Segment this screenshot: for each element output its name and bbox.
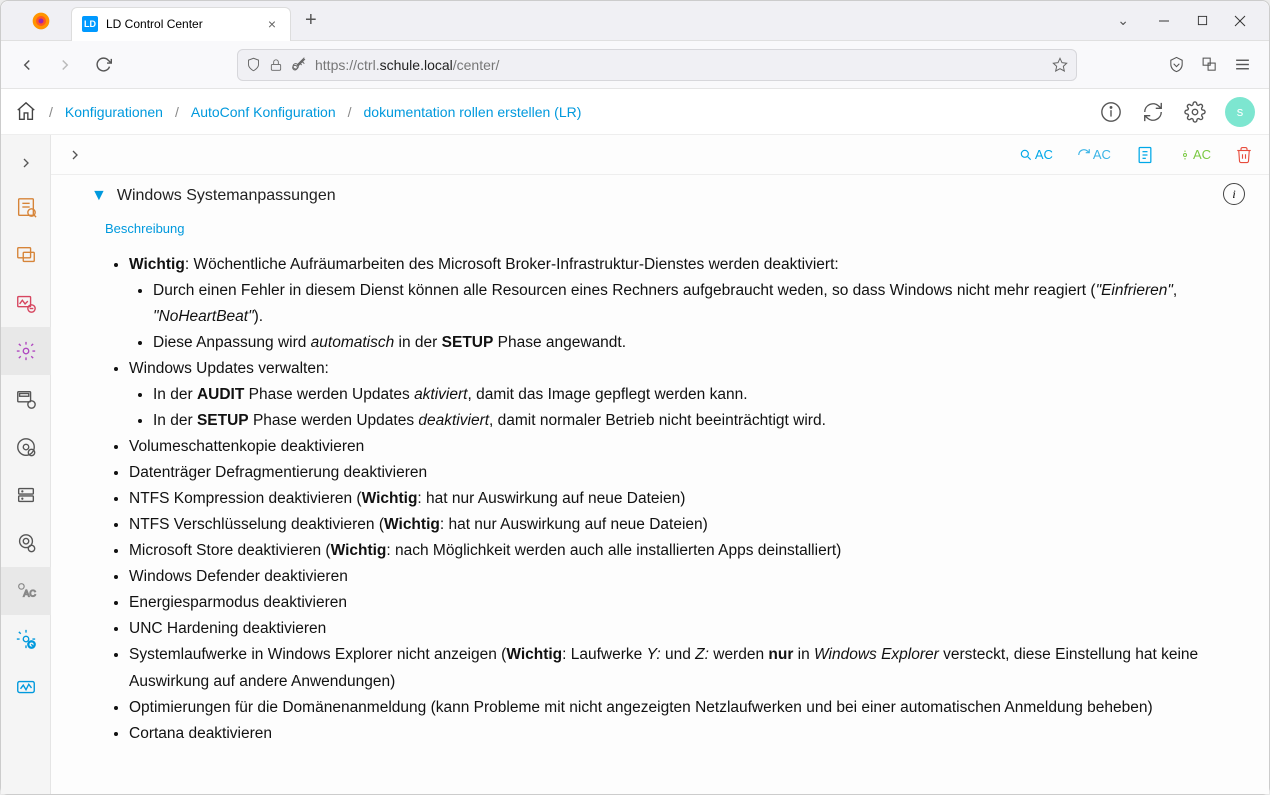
- list-item: In der SETUP Phase werden Updates deakti…: [153, 408, 1245, 434]
- tab-dropdown-icon[interactable]: ⌄: [1105, 6, 1141, 35]
- sidebar-item-9[interactable]: [1, 615, 51, 663]
- description-label: Beschreibung: [105, 221, 1245, 236]
- toolbar-ac-badge-1[interactable]: AC: [1019, 147, 1053, 162]
- crumb-sep: /: [344, 104, 356, 120]
- content-toolbar: AC AC AC: [51, 135, 1269, 175]
- content-back-icon[interactable]: [67, 147, 83, 163]
- browser-tab[interactable]: LD LD Control Center ×: [71, 7, 291, 41]
- list-item: NTFS Verschlüsselung deaktivieren (Wicht…: [129, 512, 1245, 538]
- window-maximize-button[interactable]: [1187, 6, 1217, 36]
- sidebar-item-3[interactable]: [1, 279, 51, 327]
- sidebar-expand-icon[interactable]: [18, 143, 34, 183]
- menu-icon[interactable]: [1234, 56, 1251, 73]
- breadcrumb-bar: / Konfigurationen / AutoConf Konfigurati…: [1, 89, 1269, 135]
- list-item: Windows Defender deaktivieren: [129, 564, 1245, 590]
- list-item: Systemlaufwerke in Windows Explorer nich…: [129, 642, 1245, 694]
- sidebar-item-10[interactable]: [1, 663, 51, 711]
- containers-icon[interactable]: [1201, 56, 1218, 73]
- list-item: Durch einen Fehler in diesem Dienst könn…: [153, 278, 1245, 330]
- list-item: NTFS Kompression deaktivieren (Wichtig: …: [129, 486, 1245, 512]
- shield-icon: [246, 57, 261, 72]
- titlebar: LD LD Control Center × + ⌄: [1, 1, 1269, 41]
- nav-forward-button: [51, 51, 79, 79]
- tab-title: LD Control Center: [106, 17, 264, 31]
- pocket-icon[interactable]: [1168, 56, 1185, 73]
- list-item: Cortana deaktivieren: [129, 721, 1245, 747]
- tab-favicon: LD: [82, 16, 98, 32]
- settings-icon[interactable]: [1183, 100, 1207, 124]
- key-icon: [291, 57, 307, 73]
- new-tab-button[interactable]: +: [291, 9, 331, 32]
- section-collapse-icon[interactable]: ▼: [91, 187, 107, 205]
- list-item: UNC Hardening deaktivieren: [129, 616, 1245, 642]
- url-text: https://ctrl.schule.local/center/: [315, 57, 1044, 73]
- window-close-button[interactable]: [1225, 6, 1255, 36]
- toolbar-document-icon[interactable]: [1135, 145, 1155, 165]
- sidebar-item-ac[interactable]: AC: [1, 567, 51, 615]
- urlbar[interactable]: https://ctrl.schule.local/center/: [237, 49, 1077, 81]
- section-info-icon[interactable]: i: [1223, 183, 1245, 205]
- list-item: Diese Anpassung wird automatisch in der …: [153, 330, 1245, 356]
- crumb-autoconf[interactable]: AutoConf Konfiguration: [191, 104, 336, 120]
- lock-icon: [269, 58, 283, 72]
- sidebar-item-1[interactable]: [1, 183, 51, 231]
- window-minimize-button[interactable]: [1149, 6, 1179, 36]
- list-item: Energiesparmodus deaktivieren: [129, 590, 1245, 616]
- nav-back-button[interactable]: [13, 51, 41, 79]
- list-item: Datenträger Defragmentierung deaktiviere…: [129, 460, 1245, 486]
- crumb-sep: /: [45, 104, 57, 120]
- sidebar-item-2[interactable]: [1, 231, 51, 279]
- tab-close-icon[interactable]: ×: [264, 16, 280, 32]
- sidebar-item-5[interactable]: [1, 375, 51, 423]
- crumb-konfigurationen[interactable]: Konfigurationen: [65, 104, 163, 120]
- list-item: Volumeschattenkopie deaktivieren: [129, 434, 1245, 460]
- crumb-dokumentation[interactable]: dokumentation rollen erstellen (LR): [364, 104, 582, 120]
- star-icon[interactable]: [1052, 57, 1068, 73]
- section-title: Windows Systemanpassungen: [117, 187, 336, 205]
- avatar[interactable]: s: [1225, 97, 1255, 127]
- sidebar: AC: [1, 135, 51, 794]
- list-item: Windows Updates verwalten: In der AUDIT …: [129, 356, 1245, 434]
- sidebar-item-4[interactable]: [1, 327, 51, 375]
- home-icon[interactable]: [15, 101, 37, 123]
- sidebar-item-6[interactable]: [1, 423, 51, 471]
- toolbar-ac-badge-2[interactable]: AC: [1077, 147, 1111, 162]
- list-item: Wichtig: Wöchentliche Aufräumarbeiten de…: [129, 252, 1245, 356]
- sidebar-item-7[interactable]: [1, 471, 51, 519]
- firefox-icon: [25, 5, 57, 37]
- crumb-sep: /: [171, 104, 183, 120]
- list-item: Microsoft Store deaktivieren (Wichtig: n…: [129, 538, 1245, 564]
- content-area: i ▼ Windows Systemanpassungen Beschreibu…: [51, 175, 1269, 794]
- description-list: Wichtig: Wöchentliche Aufräumarbeiten de…: [105, 252, 1245, 747]
- info-icon[interactable]: [1099, 100, 1123, 124]
- nav-reload-button[interactable]: [89, 51, 117, 79]
- list-item: In der AUDIT Phase werden Updates aktivi…: [153, 382, 1245, 408]
- refresh-icon[interactable]: [1141, 100, 1165, 124]
- toolbar-ac-badge-3[interactable]: AC: [1179, 147, 1211, 162]
- svg-text:AC: AC: [23, 589, 36, 599]
- sidebar-item-8[interactable]: [1, 519, 51, 567]
- list-item: Optimierungen für die Domänenanmeldung (…: [129, 695, 1245, 721]
- urlbar-row: https://ctrl.schule.local/center/: [1, 41, 1269, 89]
- toolbar-delete-icon[interactable]: [1235, 146, 1253, 164]
